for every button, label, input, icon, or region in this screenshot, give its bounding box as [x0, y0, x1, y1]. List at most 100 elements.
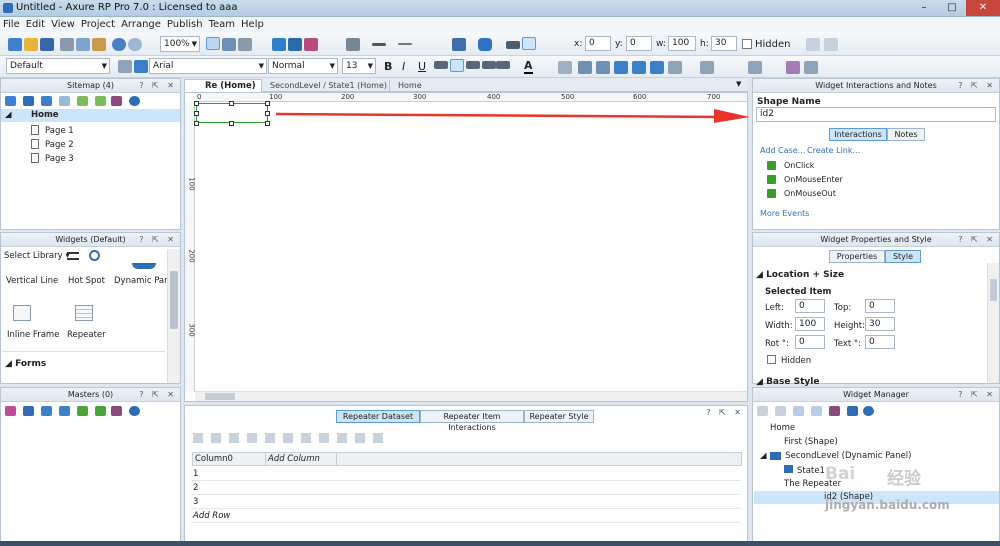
copy-icon[interactable]	[76, 38, 90, 51]
x-input[interactable]: 0	[585, 36, 611, 51]
new-icon[interactable]	[8, 38, 22, 51]
resize-handle[interactable]	[265, 111, 270, 116]
w-input[interactable]: 100	[668, 36, 696, 51]
select-library-dropdown[interactable]: Select Library ▾	[4, 251, 70, 261]
add-column-button[interactable]: Add Column	[265, 453, 337, 466]
top-input[interactable]: 0	[865, 299, 895, 313]
tab-secondlevel-state1[interactable]: SecondLevel / State1 (Home)	[266, 80, 390, 92]
dataset-toolbar[interactable]	[193, 433, 383, 443]
rot-input[interactable]: 0	[795, 335, 825, 349]
resize-handle[interactable]	[194, 121, 199, 126]
widget-repeater[interactable]: Repeater	[67, 330, 106, 340]
add-master-icon[interactable]	[5, 406, 16, 416]
h-input[interactable]: 30	[711, 36, 737, 51]
delete-widget-icon[interactable]	[829, 406, 840, 416]
properties-scrollbar[interactable]	[987, 263, 999, 383]
add-page-icon[interactable]	[5, 96, 16, 106]
delete-page-icon[interactable]	[111, 96, 122, 106]
send-backward-icon[interactable]	[632, 61, 646, 74]
resize-handle[interactable]	[194, 111, 199, 116]
widget-hot-spot[interactable]: Hot Spot	[68, 276, 105, 286]
scroll-thumb[interactable]	[170, 271, 178, 329]
hidden-checkbox[interactable]	[767, 355, 776, 364]
resize-handle[interactable]	[194, 101, 199, 106]
tab-home[interactable]: Home	[394, 80, 454, 92]
tab-style[interactable]: Style	[885, 250, 921, 263]
dataset-row[interactable]: 1	[192, 467, 741, 481]
resize-handle[interactable]	[265, 121, 270, 126]
manager-item-home[interactable]: Home	[770, 423, 795, 433]
menu-help[interactable]: Help	[238, 17, 267, 32]
move-down-icon[interactable]	[811, 406, 822, 416]
menu-icon[interactable]	[67, 252, 79, 260]
shadow-icon[interactable]	[478, 38, 492, 51]
bring-front-icon[interactable]	[578, 61, 592, 74]
font-size-select[interactable]: 13 ▼	[342, 58, 376, 74]
page-icon[interactable]	[757, 406, 768, 416]
minimize-button[interactable]: –	[910, 0, 938, 16]
width-input[interactable]: 100	[795, 317, 825, 331]
move-down-icon[interactable]	[59, 406, 70, 416]
pen-icon[interactable]	[346, 38, 360, 51]
left-input[interactable]: 0	[795, 299, 825, 313]
menu-project[interactable]: Project	[78, 17, 118, 32]
scroll-thumb[interactable]	[990, 279, 997, 301]
event-onclick[interactable]: OnClick	[784, 161, 814, 170]
widget-inline-frame[interactable]: Inline Frame	[7, 330, 59, 340]
event-onmouseout[interactable]: OnMouseOut	[784, 189, 836, 198]
search-icon[interactable]	[89, 250, 100, 261]
widget-vertical-line[interactable]: Vertical Line	[6, 276, 58, 286]
publish-icon[interactable]	[304, 38, 318, 51]
ungroup-icon[interactable]	[824, 38, 838, 51]
selected-shape-id2[interactable]	[194, 101, 270, 126]
move-down-icon[interactable]	[59, 96, 70, 106]
sitemap-page-1[interactable]: Page 1	[45, 126, 74, 136]
tab-properties[interactable]: Properties	[829, 250, 885, 263]
menu-file[interactable]: File	[0, 17, 23, 32]
unlock-icon[interactable]	[804, 61, 818, 74]
move-up-icon[interactable]	[793, 406, 804, 416]
close-button[interactable]: ✕	[966, 0, 1000, 16]
underline-button[interactable]: U	[418, 60, 426, 73]
sitemap-page-3[interactable]: Page 3	[45, 154, 74, 164]
save-icon[interactable]	[40, 38, 54, 51]
cut-icon[interactable]	[60, 38, 74, 51]
menu-publish[interactable]: Publish	[164, 17, 206, 32]
lock-icon[interactable]	[786, 61, 800, 74]
design-canvas[interactable]: 0 100 200 300 400 500 600 700 100 200 30…	[184, 92, 748, 402]
share-icon[interactable]	[288, 38, 302, 51]
tab-repeater-dataset[interactable]: Repeater Dataset	[336, 410, 420, 423]
text-rot-input[interactable]: 0	[865, 335, 895, 349]
align-left-icon[interactable]	[506, 41, 520, 49]
outdent-icon[interactable]	[95, 406, 106, 416]
canvas-h-scrollbar[interactable]	[195, 391, 747, 401]
group-icon[interactable]	[806, 38, 820, 51]
fill-color-icon[interactable]	[452, 38, 466, 51]
search-icon[interactable]	[129, 96, 140, 106]
font-weight-select[interactable]: Normal ▼	[268, 58, 338, 74]
folder-icon[interactable]	[775, 406, 786, 416]
y-input[interactable]: 0	[626, 36, 652, 51]
forms-section[interactable]: ◢ Forms	[5, 359, 46, 369]
outdent-icon[interactable]	[95, 96, 106, 106]
more-events-link[interactable]: More Events	[760, 209, 809, 218]
move-up-icon[interactable]	[41, 406, 52, 416]
line-weight-icon[interactable]	[372, 43, 386, 46]
tab-repeater-home[interactable]: Re (Home)	[184, 79, 262, 92]
add-folder-icon[interactable]	[23, 96, 34, 106]
menu-arrange[interactable]: Arrange	[118, 17, 164, 32]
bring-forward-icon[interactable]	[614, 61, 628, 74]
connector-mode-icon[interactable]	[222, 38, 236, 51]
add-case-link[interactable]: Add Case...	[760, 146, 805, 155]
search-icon[interactable]	[129, 406, 140, 416]
tab-list-dropdown-icon[interactable]: ▼	[736, 80, 741, 88]
create-link-link[interactable]: Create Link...	[807, 146, 860, 155]
font-color-button[interactable]: A	[524, 59, 533, 74]
text-align-left-icon[interactable]	[434, 61, 448, 69]
distribute-icon[interactable]	[700, 61, 714, 74]
align-center-icon[interactable]	[522, 37, 536, 50]
add-row-button[interactable]: Add Row	[192, 509, 741, 523]
open-icon[interactable]	[24, 38, 38, 51]
indent-icon[interactable]	[77, 406, 88, 416]
sitemap-page-2[interactable]: Page 2	[45, 140, 74, 150]
